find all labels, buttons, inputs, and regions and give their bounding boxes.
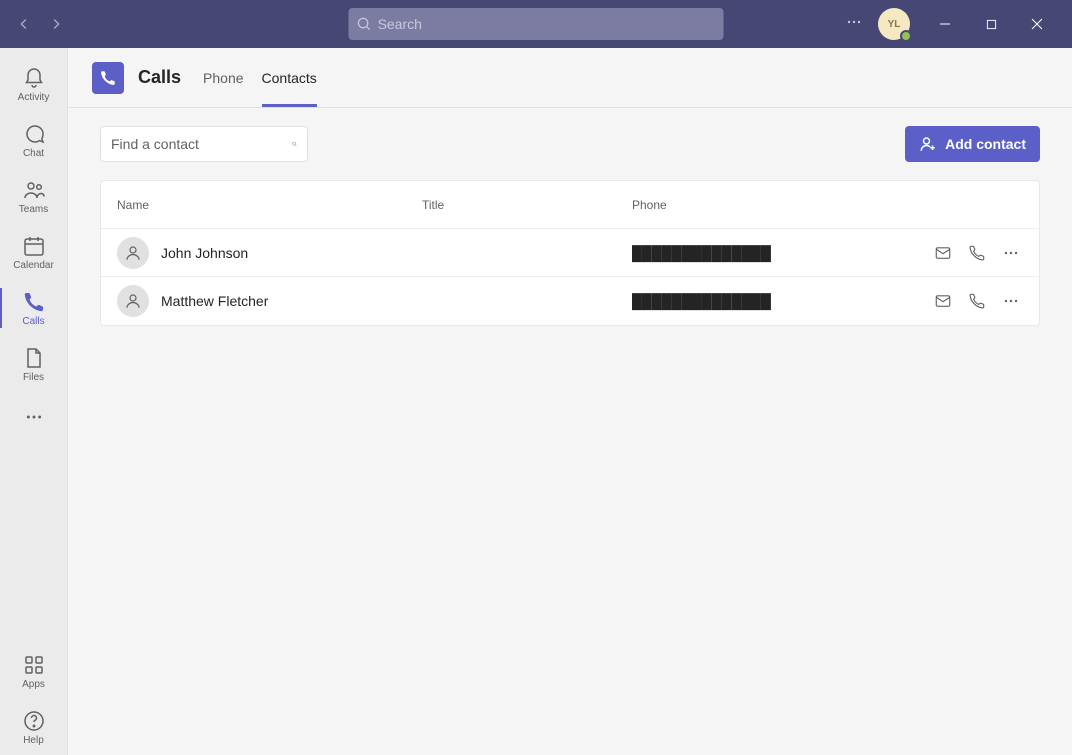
titlebar: YL <box>0 0 1072 48</box>
table-row[interactable]: Matthew Fletcher ██████████████ <box>101 277 1039 325</box>
back-button[interactable] <box>12 12 36 36</box>
rail-label: Apps <box>22 679 45 690</box>
contact-avatar <box>117 285 149 317</box>
add-contact-label: Add contact <box>945 136 1026 152</box>
tab-phone[interactable]: Phone <box>203 48 243 107</box>
search-icon <box>292 136 297 152</box>
person-add-icon <box>919 135 937 153</box>
table-row[interactable]: John Johnson ██████████████ <box>101 229 1039 277</box>
main: Activity Chat Teams Calendar Calls Files <box>0 48 1072 755</box>
maximize-button[interactable] <box>968 8 1014 40</box>
find-contact-wrap[interactable] <box>100 126 308 162</box>
page-icon <box>92 62 124 94</box>
chat-icon <box>22 122 46 146</box>
contact-avatar <box>117 237 149 269</box>
rail-label: Help <box>23 735 44 746</box>
email-button[interactable] <box>931 241 955 265</box>
rail-label: Calls <box>22 316 44 327</box>
toolbar: Add contact <box>68 108 1072 180</box>
rail-calls[interactable]: Calls <box>0 280 68 336</box>
rail-label: Chat <box>23 148 44 159</box>
page-header: Calls Phone Contacts <box>68 48 1072 108</box>
col-name[interactable]: Name <box>117 198 422 212</box>
apps-icon <box>22 653 46 677</box>
phone-icon <box>22 290 46 314</box>
rail-teams[interactable]: Teams <box>0 168 68 224</box>
add-contact-button[interactable]: Add contact <box>905 126 1040 162</box>
rail-activity[interactable]: Activity <box>0 56 68 112</box>
content: Calls Phone Contacts Add contact Name Ti… <box>68 48 1072 755</box>
close-button[interactable] <box>1014 8 1060 40</box>
more-button[interactable] <box>999 241 1023 265</box>
person-icon <box>124 244 142 262</box>
help-icon <box>22 709 46 733</box>
mail-icon <box>934 244 952 262</box>
rail-apps[interactable]: Apps <box>0 643 68 699</box>
settings-more-button[interactable] <box>842 10 866 39</box>
tab-contacts[interactable]: Contacts <box>262 48 317 107</box>
bell-icon <box>22 66 46 90</box>
rail-more[interactable] <box>25 392 43 447</box>
titlebar-right: YL <box>842 8 1060 40</box>
col-title[interactable]: Title <box>422 198 632 212</box>
call-button[interactable] <box>965 289 989 313</box>
contact-phone: ██████████████ <box>632 293 913 309</box>
search-bar[interactable] <box>349 8 724 40</box>
contacts-table: Name Title Phone John Johnson ██████████… <box>100 180 1040 326</box>
row-actions <box>913 241 1023 265</box>
more-button[interactable] <box>999 289 1023 313</box>
search-icon <box>357 16 372 32</box>
window-controls <box>922 8 1060 40</box>
rail-help[interactable]: Help <box>0 699 68 755</box>
table-header: Name Title Phone <box>101 181 1039 229</box>
call-button[interactable] <box>965 241 989 265</box>
app-rail: Activity Chat Teams Calendar Calls Files <box>0 48 68 755</box>
more-icon <box>1003 293 1019 309</box>
name-cell: Matthew Fletcher <box>117 285 422 317</box>
rail-label: Calendar <box>13 260 54 271</box>
calendar-icon <box>22 234 46 258</box>
contact-name: John Johnson <box>161 245 248 261</box>
nav-arrows <box>12 12 68 36</box>
rail-files[interactable]: Files <box>0 336 68 392</box>
avatar-initials: YL <box>888 19 901 30</box>
mail-icon <box>934 292 952 310</box>
phone-icon <box>968 292 986 310</box>
files-icon <box>22 346 46 370</box>
more-icon <box>1003 245 1019 261</box>
rail-label: Files <box>23 372 44 383</box>
name-cell: John Johnson <box>117 237 422 269</box>
minimize-button[interactable] <box>922 8 968 40</box>
find-contact-input[interactable] <box>111 136 292 152</box>
user-avatar[interactable]: YL <box>878 8 910 40</box>
rail-calendar[interactable]: Calendar <box>0 224 68 280</box>
rail-chat[interactable]: Chat <box>0 112 68 168</box>
email-button[interactable] <box>931 289 955 313</box>
teams-icon <box>22 178 46 202</box>
row-actions <box>913 289 1023 313</box>
col-phone[interactable]: Phone <box>632 198 913 212</box>
phone-icon <box>968 244 986 262</box>
phone-icon <box>99 69 117 87</box>
person-icon <box>124 292 142 310</box>
tabs: Phone Contacts <box>203 48 317 107</box>
page-title: Calls <box>138 67 181 88</box>
contact-phone: ██████████████ <box>632 245 913 261</box>
rail-label: Teams <box>19 204 48 215</box>
contact-name: Matthew Fletcher <box>161 293 268 309</box>
forward-button[interactable] <box>44 12 68 36</box>
presence-indicator <box>900 30 912 42</box>
search-input[interactable] <box>378 16 716 32</box>
rail-label: Activity <box>18 92 50 103</box>
